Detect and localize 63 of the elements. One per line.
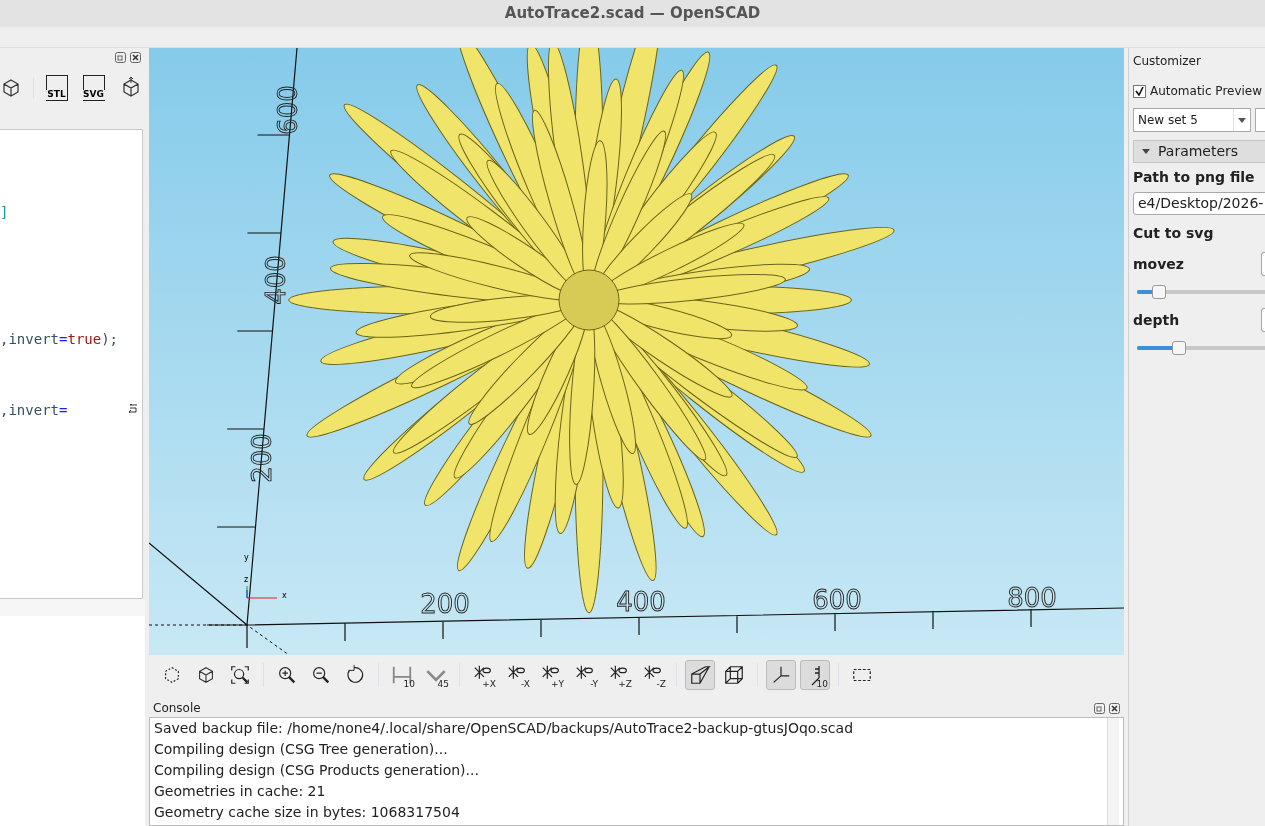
parameter-label: Path to png file (1133, 168, 1256, 187)
axis-indicator-label: y (244, 553, 249, 562)
parameter-label: movez (1133, 254, 1184, 274)
rotate-icon (344, 664, 366, 686)
slider-thumb[interactable] (1151, 285, 1166, 299)
automatic-preview-checkbox[interactable]: Automatic Preview (1133, 82, 1265, 100)
view-button[interactable]: +Z (604, 660, 634, 690)
axis-indicator-label: x (282, 591, 287, 600)
checkmark-icon (1135, 86, 1144, 96)
scrollbar[interactable] (1107, 718, 1119, 825)
measure-distance-button[interactable]: 10 (387, 660, 417, 690)
panel-title: Customizer (1133, 53, 1202, 70)
axis-label: 200 (420, 589, 470, 619)
ruler-icon (391, 664, 413, 686)
float-icon[interactable] (115, 52, 126, 63)
parameters-section-header[interactable]: Parameters (1133, 140, 1265, 163)
code-line: ] (0, 203, 9, 222)
code-line: ,invert= (0, 401, 68, 420)
zoom-fit-icon (229, 664, 251, 686)
zoom-in-icon (276, 664, 298, 686)
console-line: Geometries in cache: 21 (154, 782, 327, 801)
perspective-icon (689, 664, 711, 686)
angle-icon (426, 668, 446, 682)
axis-label: 800 (1007, 583, 1057, 613)
preset-dropdown[interactable]: New set 5 (1133, 108, 1252, 132)
close-icon[interactable] (1109, 702, 1120, 714)
axis-label: 400 (261, 255, 291, 305)
window-title: AutoTrace2.scad — OpenSCAD (504, 3, 761, 25)
parameter-label: Cut to svg (1133, 224, 1215, 243)
view-button[interactable]: -X (502, 660, 532, 690)
console-line: Saved backup file: /home/none4/.local/share/OpenSCAD/backups/AutoTrace2-backup-gtusJOqo.scad (154, 719, 855, 738)
scale-button[interactable]: 10 (800, 660, 830, 690)
console-line: Compiling design (CSG Tree generation)... (154, 740, 449, 759)
file-label: SVG (82, 90, 105, 100)
console-line: Geometry cache size in bytes: 1068317504 (154, 803, 461, 822)
axis-indicator-label: z (244, 575, 249, 584)
float-icon[interactable] (1094, 702, 1105, 714)
measure-angle-button[interactable]: 45 (421, 660, 451, 690)
console-line: Compiling design (CSG Products generation)... (154, 761, 480, 780)
code-line: ,invert=true); (0, 330, 119, 349)
axis-label: 600 (273, 85, 303, 135)
axes-button[interactable] (766, 660, 796, 690)
close-icon[interactable] (130, 52, 141, 63)
dropdown-arrow-icon (1238, 117, 1247, 123)
axis-label: 200 (247, 433, 277, 483)
view-button[interactable]: -Y (570, 660, 600, 690)
wrap-icon (128, 404, 138, 413)
path-field[interactable]: e4/Desktop/2026- (1133, 192, 1265, 215)
axis-label: 600 (812, 585, 862, 615)
perspective-button[interactable] (685, 660, 715, 690)
view-button[interactable]: +X (468, 660, 498, 690)
view-button[interactable]: -Z (638, 660, 668, 690)
slider-thumb[interactable] (1172, 341, 1187, 355)
console-title: Console (153, 700, 201, 717)
parameter-label: depth (1133, 310, 1180, 330)
wireframe-cube-icon (723, 664, 745, 686)
axis-indicator-icon (246, 585, 278, 599)
view-button[interactable]: +Y (536, 660, 566, 690)
zoom-out-icon (310, 664, 332, 686)
3d-viewport[interactable]: 600 400 200 200 400 600 800 y z x (149, 48, 1124, 655)
expand-arrow-icon (1142, 149, 1150, 154)
axis-label: 400 (616, 587, 666, 617)
file-label: STL (46, 90, 67, 100)
